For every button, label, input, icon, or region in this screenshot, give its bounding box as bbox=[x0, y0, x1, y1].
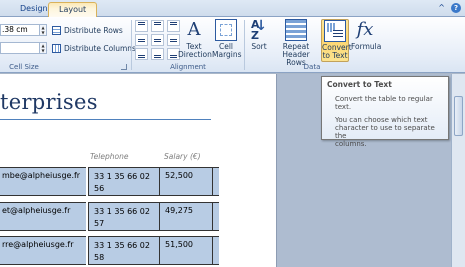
cell-height-spinner[interactable]: ▲ ▼ bbox=[0, 41, 47, 54]
align-top-left-button[interactable] bbox=[135, 20, 148, 32]
cell-height-input[interactable] bbox=[0, 41, 40, 54]
table-row[interactable]: mbe@alpheiusge.fr 33 1 35 66 02 56 52,500 bbox=[0, 167, 220, 196]
phone-line: 33 1 35 66 02 bbox=[94, 207, 150, 216]
vertical-scrollbar[interactable] bbox=[451, 74, 465, 267]
convert-to-text-icon bbox=[324, 20, 346, 42]
window-controls: ^ ? bbox=[438, 3, 461, 13]
column-header-telephone: Telephone bbox=[90, 152, 129, 161]
text-direction-label: Text Direction bbox=[178, 42, 212, 59]
text-direction-icon: A bbox=[187, 19, 201, 40]
email-cell[interactable]: mbe@alpheiusge.fr bbox=[0, 167, 86, 196]
column-header-salary: Salary (€) bbox=[164, 152, 201, 161]
document-page[interactable]: terprises Telephone Salary (€) mbe@alphe… bbox=[0, 74, 277, 267]
cell-margins-icon bbox=[215, 19, 237, 41]
phone-line: 33 1 35 66 02 bbox=[94, 172, 150, 181]
repeat-header-rows-icon bbox=[285, 19, 307, 41]
phone-line: 57 bbox=[94, 219, 105, 228]
distribute-columns-button[interactable]: Distribute Columns bbox=[52, 42, 136, 55]
group-label-data: Data bbox=[303, 63, 321, 71]
ribbon: .38 cm ▲ ▼ ▲ ▼ Distribute Rows Distribute … bbox=[0, 17, 465, 73]
email-cell[interactable]: rre@alpheiusge.fr bbox=[0, 236, 86, 265]
align-middle-left-button[interactable] bbox=[135, 34, 148, 46]
phone-line: 33 1 35 66 02 bbox=[94, 241, 150, 250]
distribute-rows-icon bbox=[52, 26, 61, 35]
extra-cell[interactable] bbox=[212, 236, 219, 265]
group-label-alignment: Alignment bbox=[170, 63, 206, 71]
phone-cell[interactable]: 33 1 35 66 02 58 bbox=[88, 236, 160, 265]
align-bottom-center-button[interactable] bbox=[151, 48, 164, 60]
tooltip-title: Convert to Text bbox=[327, 80, 392, 89]
salary-cell[interactable]: 51,500 bbox=[160, 236, 212, 265]
cell-margins-button[interactable]: Cell Margins bbox=[212, 19, 242, 59]
extra-cell[interactable] bbox=[212, 167, 219, 196]
tooltip-line: columns. bbox=[335, 140, 367, 148]
table-row[interactable]: et@alpheiusge.fr 33 1 35 66 02 57 49,275 bbox=[0, 202, 220, 231]
distribute-columns-label: Distribute Columns bbox=[64, 44, 136, 53]
convert-to-text-label: Convert to Text bbox=[322, 43, 352, 60]
page-title: terprises bbox=[0, 90, 98, 114]
sort-button[interactable]: A Z ↓ Sort bbox=[248, 19, 270, 51]
text-direction-button[interactable]: A Text Direction bbox=[178, 19, 212, 59]
convert-to-text-button[interactable]: Convert to Text bbox=[321, 19, 352, 62]
formula-button[interactable]: fx Formula bbox=[351, 19, 382, 51]
phone-cell[interactable]: 33 1 35 66 02 57 bbox=[88, 202, 160, 231]
scrollbar-thumb[interactable] bbox=[454, 96, 463, 136]
table-row[interactable]: rre@alpheiusge.fr 33 1 35 66 02 58 51,500 bbox=[0, 236, 220, 265]
phone-line: 56 bbox=[94, 184, 105, 193]
formula-label: Formula bbox=[351, 42, 382, 51]
group-label-cell-size: Cell Size bbox=[9, 63, 39, 71]
group-separator bbox=[131, 20, 132, 70]
dialog-launcher-icon[interactable] bbox=[121, 64, 127, 70]
spin-arrows-icon[interactable]: ▲ ▼ bbox=[40, 41, 47, 54]
cell-width-input[interactable]: .38 cm bbox=[0, 23, 40, 36]
align-top-center-button[interactable] bbox=[151, 20, 164, 32]
salary-cell[interactable]: 52,500 bbox=[160, 167, 212, 196]
phone-cell[interactable]: 33 1 35 66 02 56 bbox=[88, 167, 160, 196]
tooltip-line: character to use to separate the bbox=[335, 124, 435, 140]
sort-label: Sort bbox=[251, 42, 267, 51]
align-center-button[interactable] bbox=[151, 34, 164, 46]
spin-arrows-icon[interactable]: ▲ ▼ bbox=[40, 23, 47, 36]
tab-layout[interactable]: Layout bbox=[48, 2, 98, 17]
cell-alignment-grid bbox=[135, 20, 181, 61]
help-icon[interactable]: ? bbox=[451, 3, 461, 13]
minimize-ribbon-icon[interactable]: ^ bbox=[438, 3, 445, 13]
distribute-rows-button[interactable]: Distribute Rows bbox=[52, 24, 123, 37]
align-bottom-left-button[interactable] bbox=[135, 48, 148, 60]
salary-cell[interactable]: 49,275 bbox=[160, 202, 212, 231]
title-underline bbox=[0, 119, 211, 120]
distribute-rows-label: Distribute Rows bbox=[64, 26, 123, 35]
phone-line: 58 bbox=[94, 253, 105, 262]
group-separator bbox=[244, 20, 245, 70]
tooltip-line: You can choose which text bbox=[335, 116, 428, 124]
formula-icon: fx bbox=[356, 19, 374, 40]
email-cell[interactable]: et@alpheiusge.fr bbox=[0, 202, 86, 231]
tooltip-line: Convert the table to regular text. bbox=[335, 95, 433, 111]
cell-margins-label: Cell Margins bbox=[212, 42, 242, 59]
convert-to-text-tooltip: Convert to Text Convert the table to reg… bbox=[321, 76, 449, 148]
cell-width-spinner[interactable]: .38 cm ▲ ▼ bbox=[0, 23, 47, 36]
sort-icon: A Z ↓ bbox=[251, 18, 267, 42]
ribbon-tab-strip: Design Layout ^ ? bbox=[0, 0, 465, 17]
distribute-columns-icon bbox=[52, 44, 61, 53]
repeat-header-rows-button[interactable]: Repeat Header Rows bbox=[273, 19, 319, 67]
extra-cell[interactable] bbox=[212, 202, 219, 231]
